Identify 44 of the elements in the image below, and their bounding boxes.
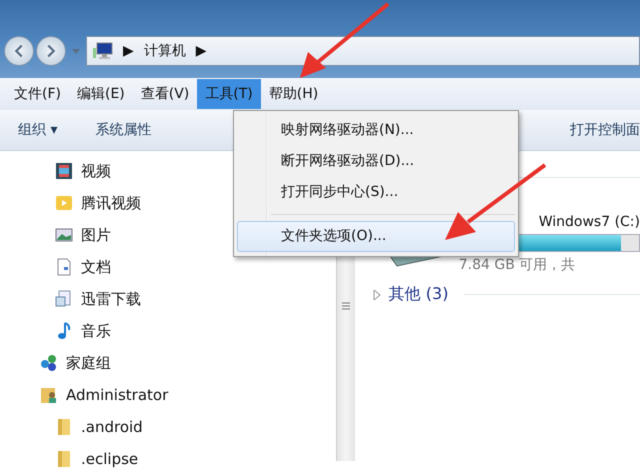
address-bar[interactable]: ▶ 计算机 ▶ [86, 36, 640, 66]
tree-item[interactable]: 视频 [81, 162, 111, 180]
menu-item[interactable]: 工具(T) [197, 79, 261, 109]
folder-icon [55, 450, 73, 468]
breadcrumb[interactable]: ▶ [196, 43, 207, 59]
menu-option[interactable]: 打开同步中心(S)... [237, 177, 515, 208]
document-icon [55, 258, 73, 276]
breadcrumb[interactable]: 计算机 [144, 42, 186, 60]
menu-option[interactable]: 映射网络驱动器(N)... [237, 115, 515, 146]
tree-item[interactable]: 文档 [81, 258, 111, 276]
play-icon [55, 194, 73, 212]
download-icon [55, 290, 73, 308]
tree-item[interactable]: 迅雷下载 [81, 290, 141, 308]
music-icon [55, 322, 73, 340]
drive-name[interactable]: Windows7 (C:) [538, 214, 640, 230]
user-icon [40, 386, 58, 404]
tree-item[interactable]: 腾讯视频 [81, 194, 141, 212]
expand-icon[interactable] [372, 290, 381, 300]
toolbar-button[interactable]: 打开控制面 [570, 121, 640, 139]
folder-icon [55, 418, 73, 436]
toolbar-button[interactable]: 系统属性 [95, 121, 152, 139]
forward-button[interactable] [36, 36, 66, 66]
menu-item[interactable]: 帮助(H) [260, 79, 326, 109]
menu-item[interactable]: 查看(V) [132, 79, 198, 109]
computer-icon [93, 42, 113, 60]
group-header[interactable]: 其他 (3) [388, 284, 448, 305]
tree-item[interactable]: .eclipse [81, 450, 138, 468]
tree-item[interactable]: .android [81, 418, 143, 436]
back-button[interactable] [4, 36, 34, 66]
tree-item[interactable]: 家庭组 [66, 354, 111, 372]
toolbar-button[interactable]: 组织 ▾ [18, 121, 58, 139]
video-icon [55, 162, 73, 180]
grip-icon [342, 302, 350, 310]
menu-option[interactable]: 断开网络驱动器(D)... [237, 146, 515, 177]
breadcrumb[interactable]: ▶ [123, 43, 134, 59]
drive-space-text: 7.84 GB 可用，共 [458, 256, 576, 274]
tree-item[interactable]: Administrator [66, 386, 168, 404]
image-icon [55, 226, 73, 244]
menu-option[interactable]: 文件夹选项(O)... [237, 221, 515, 252]
tree-item[interactable]: 图片 [81, 226, 111, 244]
menu-item[interactable]: 文件(F) [6, 79, 69, 109]
homegroup-icon [40, 354, 58, 372]
tree-item[interactable]: 音乐 [81, 322, 111, 340]
menu-item[interactable]: 编辑(E) [68, 79, 133, 109]
